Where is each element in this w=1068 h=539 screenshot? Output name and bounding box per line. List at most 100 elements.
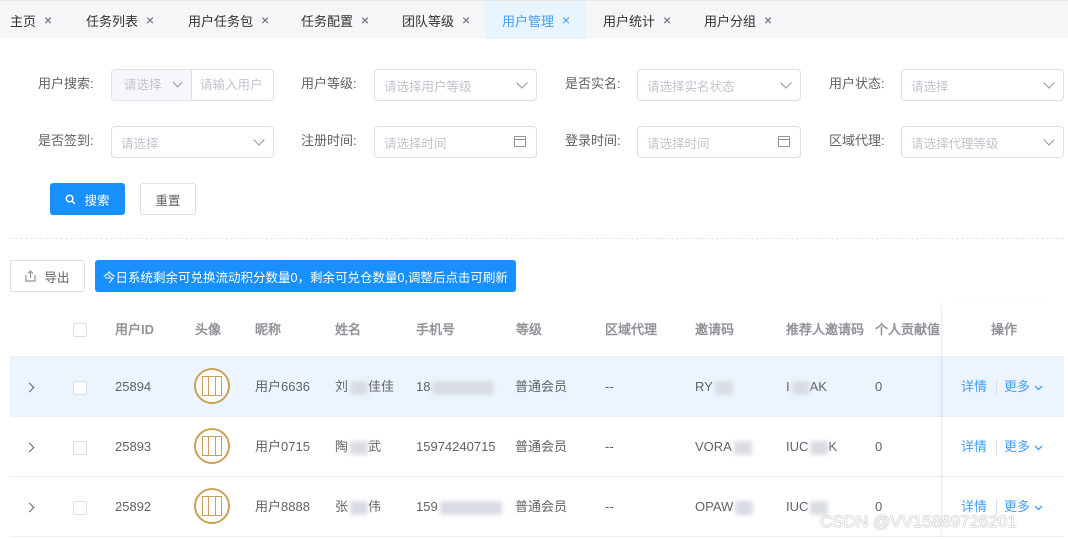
invite-visible-part: VORA — [695, 439, 732, 454]
row-checkbox[interactable] — [73, 441, 87, 455]
tab-user-stats[interactable]: 用户统计 × — [586, 1, 687, 39]
reset-button[interactable]: 重置 — [140, 183, 196, 215]
level-label: 用户等级: — [301, 76, 357, 91]
agent-label: 区域代理: — [829, 133, 885, 148]
select-placeholder: 请选择实名状态 — [647, 79, 735, 94]
export-button-label: 导出 — [44, 270, 70, 285]
close-icon[interactable]: × — [562, 12, 570, 28]
cell-nickname: 用户0715 — [255, 439, 310, 454]
tab-bar: 主页 × 任务列表 × 用户任务包 × 任务配置 × 团队等级 × 用户管理 × 用户统计 ×… — [0, 0, 1068, 39]
more-dropdown[interactable]: 更多 — [1004, 417, 1043, 477]
notice-text: 今日系统剩余可兑换流动积分数量0，剩余可兑仓数量0,调整后点击可刷新 — [103, 270, 508, 285]
status-select[interactable]: 请选择 — [901, 69, 1064, 101]
tab-user-groups[interactable]: 用户分组 × — [687, 1, 787, 39]
cell-invite-code: VORA — [695, 417, 752, 477]
cell-level: 普通会员 — [515, 499, 568, 514]
cell-contribution: 0 — [875, 379, 883, 394]
avatar — [194, 488, 230, 524]
column-header-referrer-code: 推荐人邀请码 — [786, 322, 865, 337]
name-visible-part: 刘 — [335, 379, 349, 394]
name-visible-part: 伟 — [368, 499, 382, 514]
close-icon[interactable]: × — [462, 12, 470, 28]
expand-row-icon[interactable] — [24, 502, 35, 513]
tab-task-config[interactable]: 任务配置 × — [281, 1, 382, 39]
signin-select[interactable]: 请选择 — [111, 126, 274, 158]
tab-task-list[interactable]: 任务列表 × — [66, 1, 168, 39]
chevron-down-icon — [1034, 385, 1043, 391]
redaction-blur — [791, 380, 810, 395]
close-icon[interactable]: × — [261, 12, 269, 28]
agent-select[interactable]: 请选择代理等级 — [901, 126, 1064, 158]
search-button[interactable]: 搜索 — [50, 183, 125, 215]
watermark: CSDN @VV15889726201 — [820, 512, 1017, 531]
section-divider — [10, 238, 1064, 239]
redaction-blur — [350, 500, 369, 515]
tab-label: 主页 — [10, 13, 37, 29]
cell-level: 普通会员 — [515, 379, 568, 394]
select-all-checkbox[interactable] — [73, 323, 87, 337]
status-label: 用户状态: — [829, 76, 885, 91]
expand-row-icon[interactable] — [24, 442, 35, 453]
tab-user-task-package[interactable]: 用户任务包 × — [168, 1, 281, 39]
close-icon[interactable]: × — [764, 12, 772, 28]
more-label: 更多 — [1004, 379, 1031, 394]
export-icon — [25, 270, 37, 282]
refresh-notice-button[interactable]: 今日系统剩余可兑换流动积分数量0，剩余可兑仓数量0,调整后点击可刷新 — [95, 260, 516, 292]
column-header-phone: 手机号 — [416, 322, 456, 337]
name-visible-part: 武 — [368, 439, 382, 454]
chevron-down-icon — [1043, 134, 1055, 146]
cell-invite-code: OPAW — [695, 477, 754, 537]
close-icon[interactable]: × — [361, 12, 369, 28]
detail-link[interactable]: 详情 — [961, 417, 987, 477]
redaction-blur — [714, 380, 733, 395]
cell-phone: 18 — [416, 357, 495, 417]
expand-row-icon[interactable] — [24, 382, 35, 393]
avatar-logo-icon — [202, 436, 222, 456]
referrer-visible-part: K — [828, 439, 838, 454]
chevron-down-icon — [516, 77, 528, 89]
more-dropdown[interactable]: 更多 — [1004, 357, 1043, 417]
invite-visible-part: RY — [695, 379, 713, 394]
chevron-down-icon — [1034, 445, 1043, 451]
tab-user-management[interactable]: 用户管理 × — [485, 1, 586, 39]
export-button[interactable]: 导出 — [10, 260, 85, 292]
cell-referrer-code: IUC K — [786, 417, 837, 477]
detail-link[interactable]: 详情 — [961, 357, 987, 417]
realname-select[interactable]: 请选择实名状态 — [637, 69, 801, 101]
close-icon[interactable]: × — [146, 12, 154, 28]
name-visible-part: 张 — [335, 499, 349, 514]
user-search-input[interactable]: 请输入用户 — [192, 70, 273, 100]
select-placeholder: 请选择用户等级 — [384, 79, 472, 94]
redaction-blur — [350, 380, 369, 395]
redaction-blur — [733, 440, 752, 455]
user-search-type-select[interactable]: 请选择 — [112, 70, 192, 100]
cell-name: 陶武 — [335, 417, 381, 477]
signin-label: 是否签到: — [38, 133, 94, 148]
tab-label: 用户分组 — [704, 13, 757, 29]
action-separator — [996, 439, 997, 455]
calendar-icon — [778, 136, 790, 147]
user-search-label: 用户搜索: — [38, 76, 94, 91]
column-header-nickname: 昵称 — [255, 322, 282, 337]
column-header-user-id[interactable]: 用户ID — [115, 316, 154, 344]
tab-label: 用户统计 — [603, 13, 656, 29]
more-label: 更多 — [1004, 439, 1031, 454]
avatar — [194, 368, 230, 404]
tab-team-level[interactable]: 团队等级 × — [382, 1, 485, 39]
tab-label: 任务配置 — [301, 13, 354, 29]
redaction-blur — [350, 440, 369, 455]
close-icon[interactable]: × — [663, 12, 671, 28]
search-button-label: 搜索 — [84, 193, 110, 208]
column-header-avatar: 头像 — [195, 322, 222, 337]
row-checkbox[interactable] — [73, 381, 87, 395]
row-checkbox[interactable] — [73, 501, 87, 515]
close-icon[interactable]: × — [44, 12, 52, 28]
tab-label: 用户管理 — [502, 13, 555, 29]
tab-label: 团队等级 — [402, 13, 455, 29]
column-header-level: 等级 — [516, 322, 543, 337]
login-time-picker[interactable]: 请选择时间 — [637, 126, 801, 158]
tab-home[interactable]: 主页 × — [0, 1, 66, 39]
column-header-contribution: 个人贡献值 — [875, 322, 941, 337]
register-time-picker[interactable]: 请选择时间 — [374, 126, 537, 158]
level-select[interactable]: 请选择用户等级 — [374, 69, 537, 101]
